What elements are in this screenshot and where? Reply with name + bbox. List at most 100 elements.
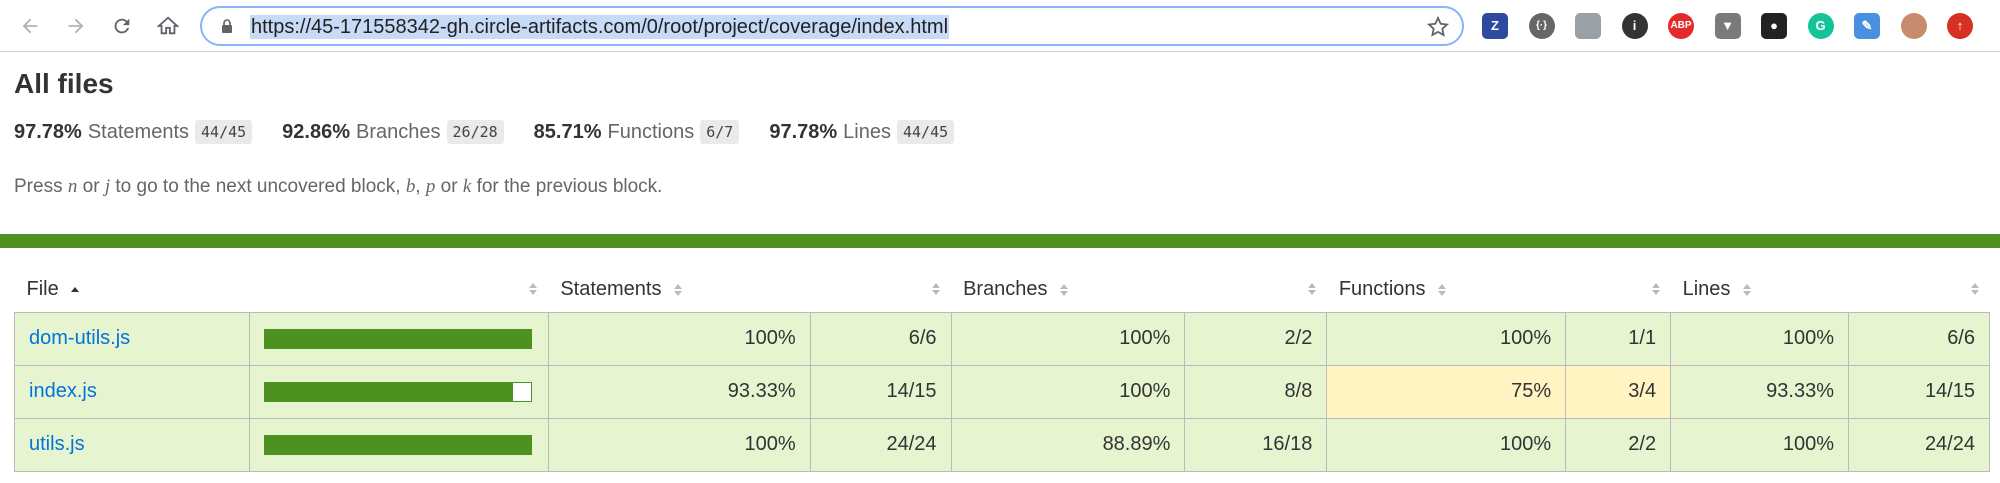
functions-fraction: 3/4: [1565, 364, 1672, 419]
lines-fraction: 24/24: [1848, 417, 1990, 472]
summary-pct: 97.78%: [14, 120, 82, 143]
grammarly-icon[interactable]: G: [1807, 13, 1834, 39]
statements-pct: 100%: [547, 417, 811, 472]
summary-label: Statements: [87, 120, 190, 143]
reload-icon: [114, 18, 130, 34]
file-link[interactable]: dom-utils.js: [29, 327, 130, 349]
keyboard-hint: Press n or j to go to the next uncovered…: [14, 176, 663, 197]
summary-pct: 97.78%: [769, 120, 838, 143]
branches-fraction: 8/8: [1184, 364, 1328, 419]
summary-fraction: 26/28: [446, 120, 504, 144]
sort-icon: [529, 283, 538, 295]
functions-pct: 100%: [1326, 417, 1567, 472]
summary-fraction: 44/45: [195, 120, 253, 144]
lines-pct: 93.33%: [1670, 364, 1849, 419]
sort-icon: [1438, 283, 1447, 296]
coverage-summary: 97.78% Statements 44/45 92.86% Branches …: [14, 118, 984, 146]
header-statements[interactable]: Statements: [548, 268, 810, 312]
table-row: index.js 93.33% 14/15 100% 8/8 75% 3/4 9…: [14, 364, 1990, 419]
coverage-bar-fill: [264, 435, 531, 454]
header-functions-raw[interactable]: [1566, 268, 1671, 312]
home-button[interactable]: [154, 12, 182, 40]
sort-icon: [1742, 283, 1751, 296]
summary-label: Lines: [843, 120, 891, 143]
browser-toolbar: https://45-171558342-gh.circle-artifacts…: [0, 0, 2000, 52]
file-cell: utils.js: [14, 417, 250, 472]
summary-pct: 85.71%: [533, 120, 602, 143]
header-file[interactable]: File: [15, 268, 250, 312]
lock-icon: [222, 19, 232, 33]
header-branches[interactable]: Branches: [951, 268, 1185, 312]
page-title: All files: [14, 68, 114, 99]
url-text[interactable]: https://45-171558342-gh.circle-artifacts…: [250, 15, 950, 39]
functions-fraction: 1/1: [1565, 311, 1672, 366]
sort-icon: [932, 283, 941, 295]
sort-icon: [1060, 283, 1069, 296]
header-lines[interactable]: Lines: [1671, 268, 1849, 312]
header-lines-raw[interactable]: [1849, 268, 1990, 312]
lines-pct: 100%: [1670, 417, 1849, 472]
zotero-icon[interactable]: Z: [1482, 13, 1508, 39]
sort-icon: [1651, 283, 1660, 295]
address-bar[interactable]: https://45-171558342-gh.circle-artifacts…: [200, 6, 1464, 46]
back-button[interactable]: [16, 12, 44, 40]
sort-asc-icon: [71, 286, 80, 292]
coverage-bar-cell: [248, 364, 549, 419]
lines-fraction: 14/15: [1848, 364, 1990, 419]
summary-lines: 97.78% Lines 44/45: [769, 120, 955, 144]
arrow-left-icon: [22, 18, 38, 34]
summary-statements: 97.78% Statements 44/45: [14, 120, 253, 144]
coverage-bar: [263, 381, 532, 402]
functions-fraction: 2/2: [1565, 417, 1672, 472]
home-icon: [156, 16, 180, 35]
header-file-bar[interactable]: [249, 268, 548, 312]
reload-button[interactable]: [108, 12, 136, 40]
header-branches-raw[interactable]: [1185, 268, 1327, 312]
file-cell: dom-utils.js: [14, 311, 250, 366]
branches-pct: 88.89%: [950, 417, 1186, 472]
summary-label: Functions: [607, 120, 695, 143]
coverage-bar-fill: [264, 329, 531, 348]
table-header-row: File Statements Branches Functions Lines: [15, 268, 1990, 312]
file-link[interactable]: utils.js: [29, 433, 85, 455]
vue-devtools-icon[interactable]: ▼: [1714, 13, 1741, 39]
statements-fraction: 6/6: [809, 311, 952, 366]
lines-fraction: 6/6: [1848, 311, 1990, 366]
table-row: dom-utils.js 100% 6/6 100% 2/2 100% 1/1 …: [14, 311, 1990, 366]
statements-pct: 100%: [547, 311, 811, 366]
branches-fraction: 2/2: [1184, 311, 1328, 366]
statements-fraction: 24/24: [809, 417, 952, 472]
summary-pct: 92.86%: [282, 120, 351, 143]
summary-fraction: 44/45: [896, 120, 955, 144]
functions-pct: 75%: [1326, 364, 1567, 419]
summary-fraction: 6/7: [700, 120, 740, 144]
coverage-bar-fill: [264, 382, 514, 401]
branches-pct: 100%: [950, 364, 1186, 419]
profile-avatar-icon[interactable]: [1900, 13, 1927, 39]
summary-branches: 92.86% Branches 26/28: [282, 120, 504, 144]
header-functions[interactable]: Functions: [1327, 268, 1566, 312]
header-statements-raw[interactable]: [810, 268, 951, 312]
file-link[interactable]: index.js: [29, 380, 97, 402]
arrow-right-icon: [68, 18, 84, 34]
octocat-icon[interactable]: ●: [1761, 13, 1787, 39]
code-brackets-icon[interactable]: {·}: [1528, 13, 1555, 39]
feather-icon[interactable]: ✎: [1854, 13, 1880, 39]
table-row: utils.js 100% 24/24 88.89% 16/18 100% 2/…: [14, 417, 1990, 472]
summary-functions: 85.71% Functions 6/7: [534, 120, 740, 144]
document-icon[interactable]: [1575, 13, 1601, 39]
bookmark-star-icon[interactable]: [1426, 15, 1450, 39]
file-cell: index.js: [14, 364, 250, 419]
coverage-table: File Statements Branches Functions Lines…: [14, 268, 1990, 472]
update-icon[interactable]: ↑: [1947, 13, 1973, 39]
statements-pct: 93.33%: [547, 364, 811, 419]
adblock-plus-icon[interactable]: ABP: [1668, 13, 1694, 39]
forward-button[interactable]: [62, 12, 90, 40]
functions-pct: 100%: [1326, 311, 1567, 366]
sort-icon: [674, 283, 683, 296]
info-icon[interactable]: i: [1621, 13, 1648, 39]
branches-pct: 100%: [950, 311, 1186, 366]
lines-pct: 100%: [1670, 311, 1849, 366]
coverage-bar-cell: [248, 311, 549, 366]
coverage-bar: [263, 328, 532, 349]
